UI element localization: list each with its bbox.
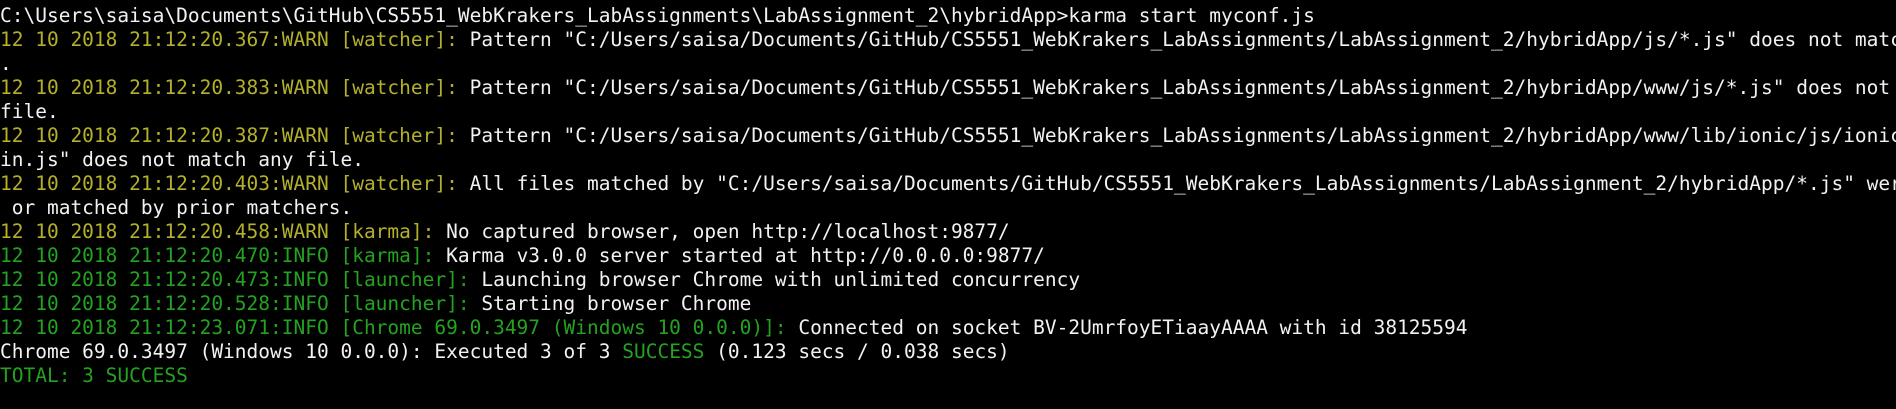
- log-continuation: or matched by prior matchers.: [0, 196, 353, 219]
- log-line: 12 10 2018 21:12:20.473:INFO [launcher]:…: [0, 268, 1896, 292]
- log-line: 12 10 2018 21:12:20.470:INFO [karma]: Ka…: [0, 244, 1896, 268]
- log-line: 12 10 2018 21:12:20.387:WARN [watcher]: …: [0, 124, 1896, 148]
- log-stamp-info: 12 10 2018 21:12:20.473:INFO [launcher]:: [0, 268, 482, 291]
- log-stamp-info: 12 10 2018 21:12:23.071:INFO [Chrome 69.…: [0, 316, 799, 339]
- log-line: 12 10 2018 21:12:20.383:WARN [watcher]: …: [0, 76, 1896, 100]
- log-stamp-warn: 12 10 2018 21:12:20.367:WARN [watcher]:: [0, 28, 470, 51]
- log-stamp-warn: 12 10 2018 21:12:20.403:WARN [watcher]:: [0, 172, 470, 195]
- log-continuation: in.js" does not match any file.: [0, 148, 364, 171]
- log-message: Starting browser Chrome: [481, 292, 752, 315]
- log-line: 12 10 2018 21:12:20.367:WARN [watcher]: …: [0, 28, 1896, 52]
- log-stamp-info: 12 10 2018 21:12:20.470:INFO [karma]:: [0, 244, 447, 267]
- log-line: 12 10 2018 21:12:23.071:INFO [Chrome 69.…: [0, 316, 1896, 340]
- log-continuation: .: [0, 52, 12, 75]
- log-message: Launching browser Chrome with unlimited …: [481, 268, 1081, 291]
- log-message: Pattern "C:/Users/saisa/Documents/GitHub…: [469, 124, 1896, 147]
- log-message: Pattern "C:/Users/saisa/Documents/GitHub…: [469, 76, 1896, 99]
- log-line: 12 10 2018 21:12:20.528:INFO [launcher]:…: [0, 292, 1896, 316]
- log-message: All files matched by "C:/Users/saisa/Doc…: [469, 172, 1896, 195]
- total-summary: TOTAL: 3 SUCCESS: [0, 364, 188, 387]
- log-stamp-warn: 12 10 2018 21:12:20.387:WARN [watcher]:: [0, 124, 470, 147]
- log-message: Karma v3.0.0 server started at http://0.…: [446, 244, 1045, 267]
- log-stamp-info: 12 10 2018 21:12:20.528:INFO [launcher]:: [0, 292, 482, 315]
- test-result-line: Chrome 69.0.3497 (Windows 10 0.0.0): Exe…: [0, 340, 1896, 364]
- log-message: Pattern "C:/Users/saisa/Documents/GitHub…: [469, 28, 1896, 51]
- command-prompt-line: C:\Users\saisa\Documents\GitHub\CS5551_W…: [0, 4, 1315, 27]
- log-message: No captured browser, open http://localho…: [446, 220, 1010, 243]
- result-prefix: Chrome 69.0.3497 (Windows 10 0.0.0): Exe…: [0, 340, 623, 363]
- log-stamp-warn: 12 10 2018 21:12:20.383:WARN [watcher]:: [0, 76, 470, 99]
- log-line: 12 10 2018 21:12:20.403:WARN [watcher]: …: [0, 172, 1896, 196]
- log-message: Connected on socket BV-2UmrfoyETiaayAAAA…: [798, 316, 1468, 339]
- terminal-console[interactable]: C:\Users\saisa\Documents\GitHub\CS5551_W…: [0, 0, 1896, 409]
- result-status: SUCCESS: [622, 340, 705, 363]
- log-continuation: file.: [0, 100, 59, 123]
- result-suffix: (0.123 secs / 0.038 secs): [704, 340, 1010, 363]
- log-line: 12 10 2018 21:12:20.458:WARN [karma]: No…: [0, 220, 1896, 244]
- log-stamp-warn: 12 10 2018 21:12:20.458:WARN [karma]:: [0, 220, 447, 243]
